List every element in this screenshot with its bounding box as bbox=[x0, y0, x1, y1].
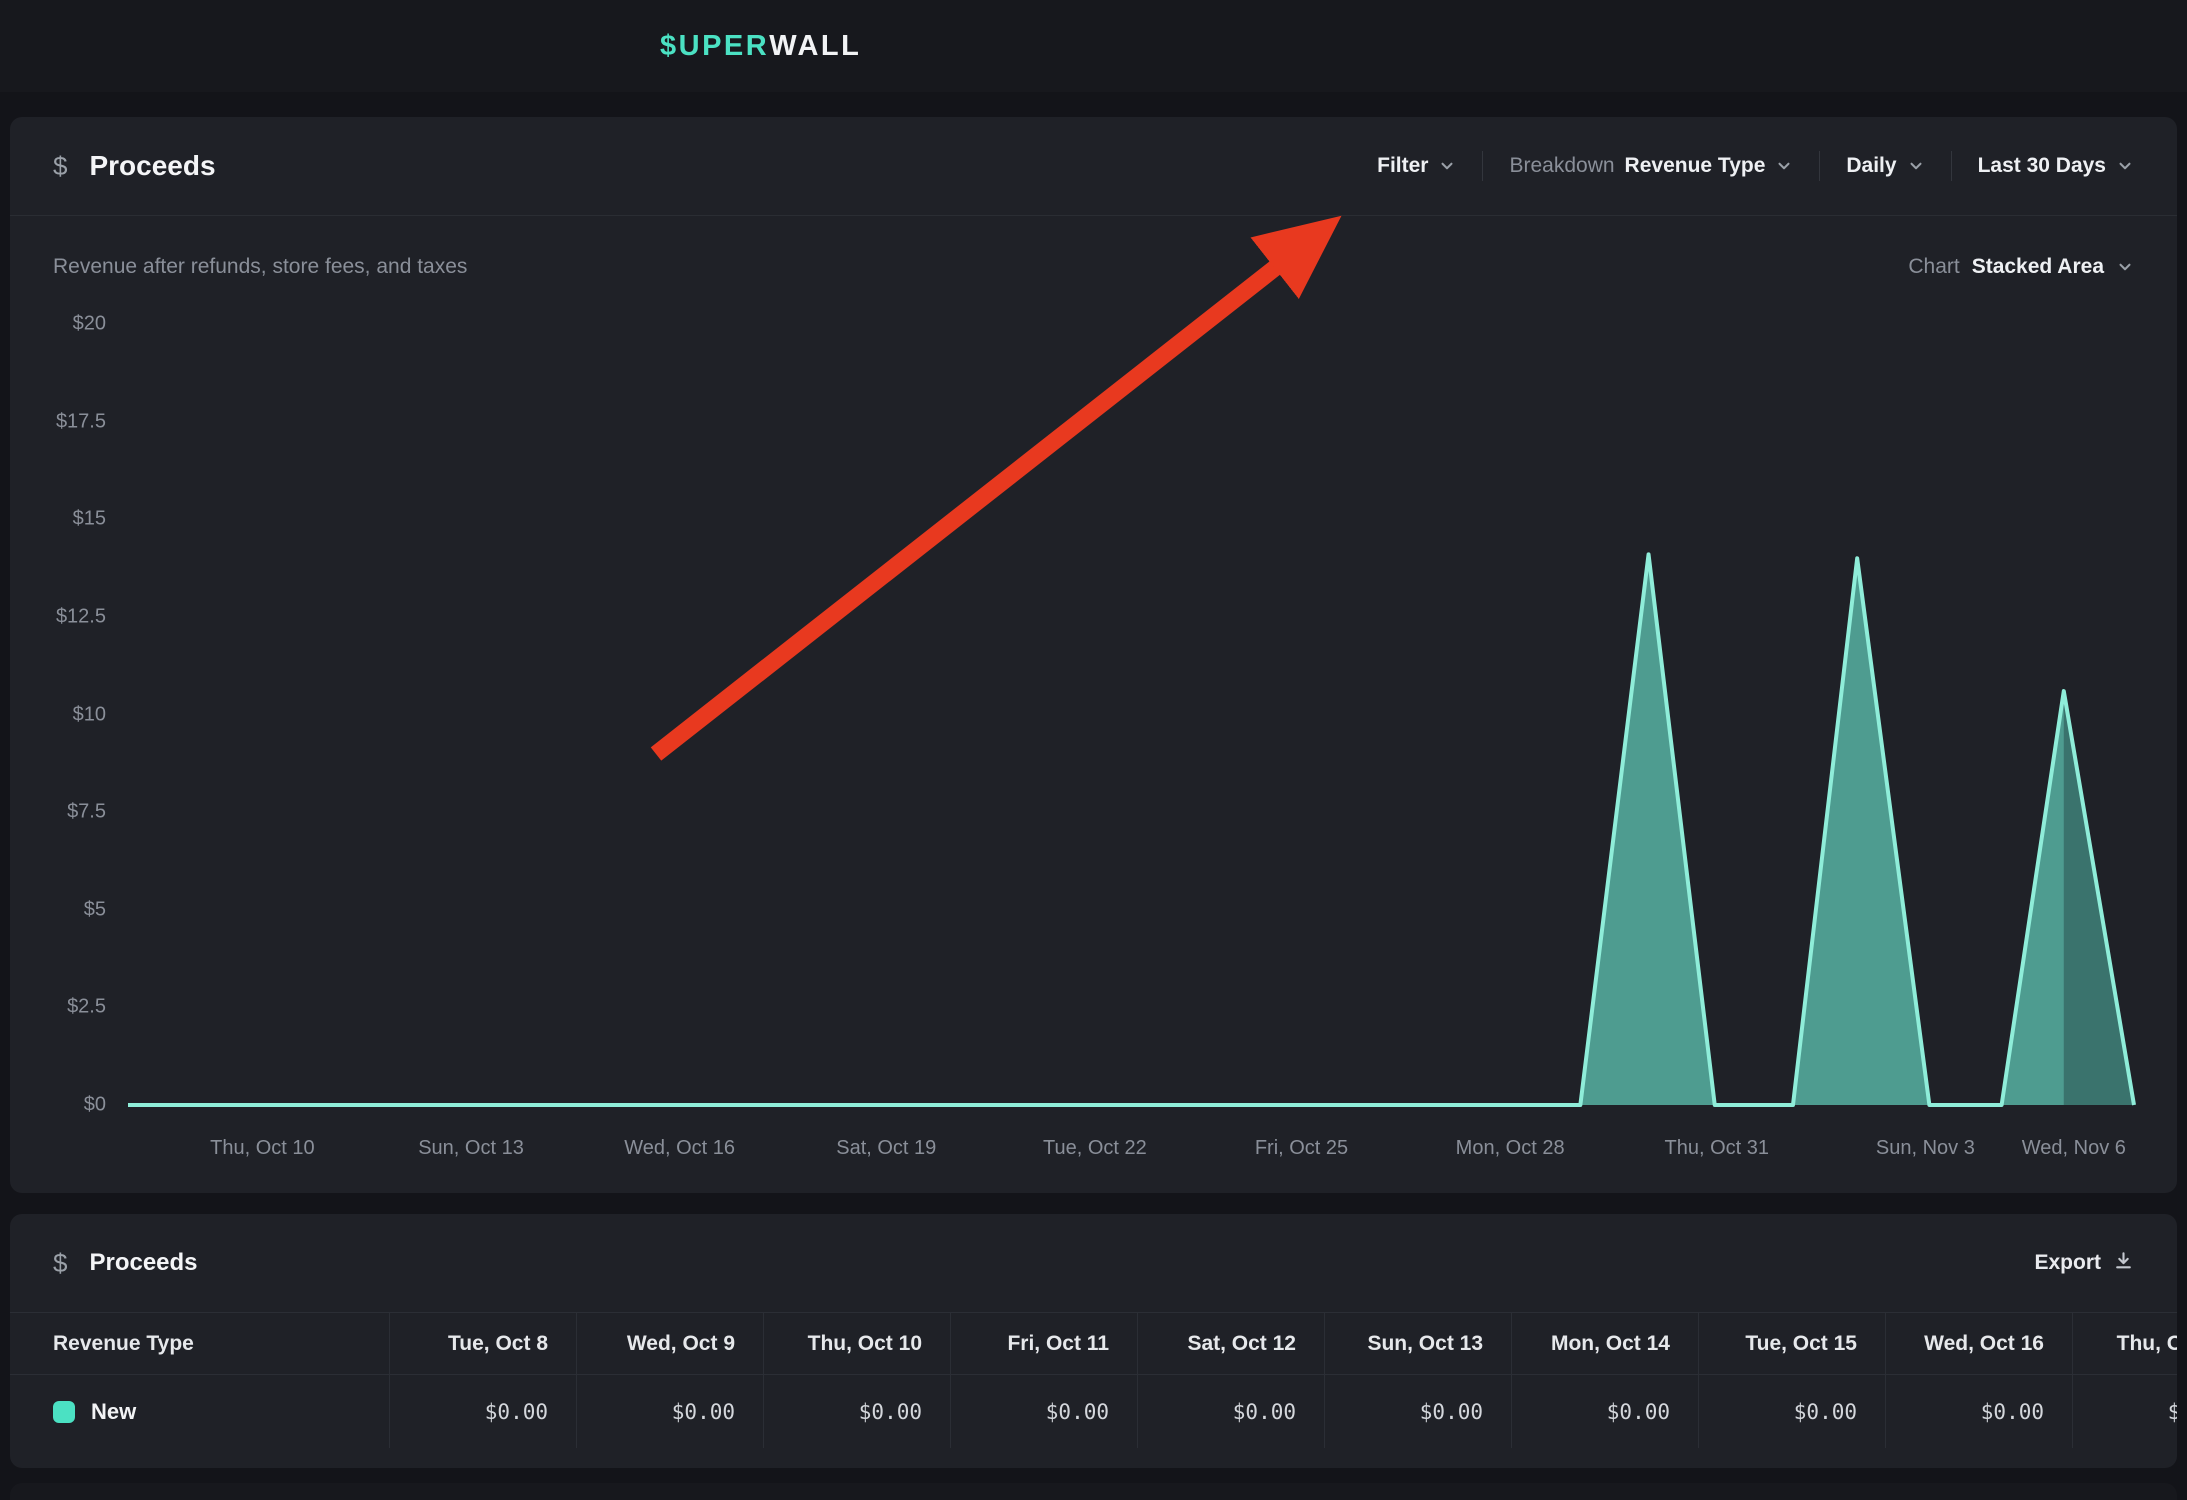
interval-dropdown[interactable]: Daily bbox=[1846, 154, 1924, 178]
area-fill bbox=[128, 554, 2134, 1105]
y-axis-tick-label: $2.5 bbox=[67, 996, 106, 1019]
table-panel-title-group: $ Proceeds bbox=[53, 1248, 198, 1279]
series-name-label: New bbox=[91, 1399, 136, 1425]
value-cell: $0.00 bbox=[1511, 1375, 1698, 1448]
column-header-date: Tue, Oct 8 bbox=[389, 1313, 576, 1374]
chart-type-value: Stacked Area bbox=[1972, 255, 2104, 279]
download-icon bbox=[2113, 1250, 2134, 1277]
chevron-down-icon bbox=[1438, 157, 1456, 175]
superwall-logo: $UPERWALL bbox=[660, 0, 861, 92]
column-header-date: Mon, Oct 14 bbox=[1511, 1313, 1698, 1374]
column-header-date: Thu, Oct 10 bbox=[763, 1313, 950, 1374]
next-panel-edge bbox=[10, 1483, 2177, 1500]
column-header-date: Sun, Oct 13 bbox=[1324, 1313, 1511, 1374]
dollar-icon: $ bbox=[53, 151, 67, 182]
revenue-type-cell: New bbox=[10, 1375, 389, 1448]
y-axis-tick-label: $10 bbox=[73, 703, 106, 726]
x-axis-tick-label: Wed, Nov 6 bbox=[2022, 1137, 2126, 1160]
column-header-date: Tue, Oct 15 bbox=[1698, 1313, 1885, 1374]
chevron-down-icon bbox=[2116, 258, 2134, 276]
y-axis-tick-label: $15 bbox=[73, 508, 106, 531]
page-title: Proceeds bbox=[89, 150, 215, 182]
value-cell: $0.00 bbox=[389, 1375, 576, 1448]
chevron-down-icon bbox=[2116, 157, 2134, 175]
logo-accent-text: $UPER bbox=[660, 30, 769, 63]
logo-rest-text: WALL bbox=[769, 30, 861, 63]
interval-dropdown-value: Daily bbox=[1846, 154, 1896, 178]
controls-divider bbox=[1819, 151, 1820, 181]
y-axis-tick-label: $17.5 bbox=[56, 410, 106, 433]
date-range-dropdown-value: Last 30 Days bbox=[1978, 154, 2106, 178]
x-axis-tick-label: Thu, Oct 31 bbox=[1665, 1137, 1770, 1160]
chart-controls: Filter Breakdown Revenue Type Daily bbox=[1377, 151, 2134, 181]
date-range-dropdown[interactable]: Last 30 Days bbox=[1978, 154, 2134, 178]
value-cell: $0.00 bbox=[1698, 1375, 1885, 1448]
x-axis-tick-label: Sun, Nov 3 bbox=[1876, 1137, 1975, 1160]
x-axis: Thu, Oct 10 Sun, Oct 13 Wed, Oct 16 Sat, Oc… bbox=[128, 1137, 2134, 1167]
column-header-date: Fri, Oct 11 bbox=[950, 1313, 1137, 1374]
column-header-date: Wed, Oct 16 bbox=[1885, 1313, 2072, 1374]
area-series bbox=[128, 324, 2134, 1105]
x-axis-tick-label: Sat, Oct 19 bbox=[836, 1137, 936, 1160]
value-cell: $0.00 bbox=[950, 1375, 1137, 1448]
chart-type-dropdown[interactable]: Chart Stacked Area bbox=[1908, 255, 2134, 279]
filter-dropdown-label: Filter bbox=[1377, 154, 1428, 178]
export-button-label: Export bbox=[2034, 1251, 2101, 1275]
x-axis-tick-label: Sun, Oct 13 bbox=[418, 1137, 524, 1160]
chevron-down-icon bbox=[1775, 157, 1793, 175]
chart-panel-header: $ Proceeds Filter Breakdown Revenue Type… bbox=[10, 117, 2177, 216]
column-header-date: Wed, Oct 9 bbox=[576, 1313, 763, 1374]
y-axis-tick-label: $7.5 bbox=[67, 801, 106, 824]
column-header-revenue-type: Revenue Type bbox=[10, 1313, 389, 1374]
chevron-down-icon bbox=[1907, 157, 1925, 175]
chart-type-label: Chart bbox=[1908, 255, 1959, 279]
y-axis: $20$17.5$15$12.5$10$7.5$5$2.5$0 bbox=[40, 324, 106, 1105]
y-axis-tick-label: $0 bbox=[84, 1094, 106, 1117]
column-header-date: Sat, Oct 12 bbox=[1137, 1313, 1324, 1374]
table-panel-header: $ Proceeds Export bbox=[10, 1214, 2177, 1312]
value-cell: $0.00 bbox=[1137, 1375, 1324, 1448]
stacked-area-chart[interactable] bbox=[128, 324, 2134, 1105]
series-color-swatch bbox=[53, 1401, 75, 1423]
filter-dropdown[interactable]: Filter bbox=[1377, 154, 1456, 178]
table-title: Proceeds bbox=[89, 1249, 197, 1277]
controls-divider bbox=[1482, 151, 1483, 181]
x-axis-tick-label: Wed, Oct 16 bbox=[624, 1137, 735, 1160]
breakdown-dropdown[interactable]: Breakdown Revenue Type bbox=[1509, 154, 1793, 178]
y-axis-tick-label: $12.5 bbox=[56, 605, 106, 628]
column-header-date: Thu, Oct 17 bbox=[2072, 1313, 2177, 1374]
y-axis-tick-label: $20 bbox=[73, 313, 106, 336]
chart-subtitle: Revenue after refunds, store fees, and t… bbox=[53, 255, 467, 279]
top-bar: $UPERWALL bbox=[0, 0, 2187, 92]
value-cell: $0.00 bbox=[576, 1375, 763, 1448]
x-axis-tick-label: Mon, Oct 28 bbox=[1456, 1137, 1565, 1160]
y-axis-tick-label: $5 bbox=[84, 898, 106, 921]
x-axis-tick-label: Thu, Oct 10 bbox=[210, 1137, 315, 1160]
value-cell: $0.00 bbox=[1885, 1375, 2072, 1448]
value-cell: $0.00 bbox=[2072, 1375, 2177, 1448]
proceeds-table-panel: $ Proceeds Export Revenue TypeTue, Oct 8… bbox=[10, 1214, 2177, 1468]
value-cell: $0.00 bbox=[763, 1375, 950, 1448]
x-axis-tick-label: Tue, Oct 22 bbox=[1043, 1137, 1147, 1160]
table-row: New$0.00$0.00$0.00$0.00$0.00$0.00$0.00$0… bbox=[10, 1375, 2177, 1448]
table-header-row: Revenue TypeTue, Oct 8Wed, Oct 9Thu, Oct… bbox=[10, 1312, 2177, 1375]
chart-panel-title-group: $ Proceeds bbox=[53, 150, 216, 182]
x-axis-tick-label: Fri, Oct 25 bbox=[1255, 1137, 1348, 1160]
dollar-icon: $ bbox=[53, 1248, 67, 1279]
controls-divider bbox=[1951, 151, 1952, 181]
export-button[interactable]: Export bbox=[2034, 1250, 2134, 1277]
breakdown-dropdown-value: Revenue Type bbox=[1625, 154, 1766, 178]
breakdown-dropdown-label: Breakdown bbox=[1509, 154, 1614, 178]
proceeds-chart-panel: $ Proceeds Filter Breakdown Revenue Type… bbox=[10, 117, 2177, 1193]
value-cell: $0.00 bbox=[1324, 1375, 1511, 1448]
